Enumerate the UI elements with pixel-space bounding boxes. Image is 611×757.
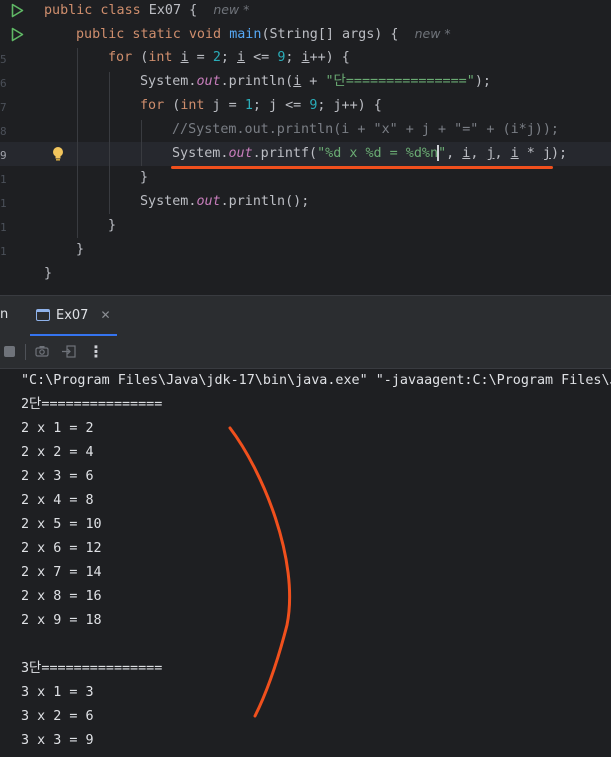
- line-number: 6: [0, 77, 6, 90]
- line-number: 1: [0, 197, 6, 210]
- line-number: 8: [0, 125, 6, 138]
- code-line-main-decl: public static void main(String[] args) {…: [76, 26, 451, 42]
- code-line-close-brace: }: [44, 266, 53, 281]
- lightbulb-icon[interactable]: [52, 146, 64, 162]
- line-number: 1: [0, 221, 6, 234]
- code-line-inner-for: for (int j = 1; j <= 9; j++) {: [140, 98, 382, 113]
- run-tool-window-tabbar: n Ex07 ✕: [0, 295, 611, 337]
- camera-icon[interactable]: [35, 345, 49, 357]
- code-line-class-decl: public class Ex07 { new *: [44, 2, 250, 18]
- run-tab-label-cropped[interactable]: n: [0, 307, 8, 322]
- stop-icon[interactable]: [4, 346, 15, 357]
- line-number: 1: [0, 173, 6, 186]
- handdrawn-underline-annotation: [171, 166, 553, 169]
- console-line: 2 x 5 = 10: [21, 517, 102, 532]
- code-line-close-brace: }: [140, 170, 149, 185]
- console-line: 2 x 2 = 4: [21, 445, 94, 460]
- console-line: "C:\Program Files\Java\jdk-17\bin\java.e…: [21, 373, 611, 388]
- code-line-close-brace: }: [76, 242, 85, 257]
- run-class-icon[interactable]: [11, 3, 24, 18]
- run-toolbar: ⋮: [0, 336, 611, 369]
- console-line: 3 x 3 = 9: [21, 733, 94, 748]
- close-icon[interactable]: ✕: [100, 308, 110, 322]
- run-config-icon: [36, 309, 50, 321]
- code-line-outer-for: for (int i = 2; i <= 9; i++) {: [108, 50, 350, 65]
- console-output[interactable]: "C:\Program Files\Java\jdk-17\bin\java.e…: [0, 369, 611, 757]
- more-options-icon[interactable]: ⋮: [88, 342, 104, 361]
- tab-label: Ex07: [56, 307, 89, 323]
- code-line-println-header: System.out.println(i + "단===============…: [140, 74, 491, 89]
- console-line: 2 x 6 = 12: [21, 541, 102, 556]
- console-line: 2 x 7 = 14: [21, 565, 102, 580]
- code-line-comment: //System.out.println(i + "x" + j + "=" +…: [172, 122, 559, 137]
- console-line: 2 x 9 = 18: [21, 613, 102, 628]
- code-editor[interactable]: 5 6 7 8 9 1 1 1 1 public class Ex07 { ne…: [0, 0, 611, 295]
- restore-layout-icon[interactable]: [62, 345, 76, 358]
- line-number: 7: [0, 101, 6, 114]
- line-number: 9: [0, 149, 6, 162]
- console-line: 3 x 1 = 3: [21, 685, 94, 700]
- indent-guide: [141, 120, 142, 166]
- usage-hint: new *: [213, 2, 250, 17]
- toolbar-separator: [25, 344, 26, 360]
- code-line-println-empty: System.out.println();: [140, 194, 310, 209]
- console-line: 2 x 3 = 6: [21, 469, 94, 484]
- console-line: 3 x 2 = 6: [21, 709, 94, 724]
- code-line-close-brace: }: [108, 218, 117, 233]
- console-line: 2 x 8 = 16: [21, 589, 102, 604]
- line-number: 1: [0, 245, 6, 258]
- console-line: 2 x 4 = 8: [21, 493, 94, 508]
- run-main-icon[interactable]: [11, 27, 24, 42]
- tab-ex07[interactable]: Ex07 ✕: [30, 296, 117, 336]
- indent-guide: [77, 48, 78, 238]
- usage-hint: new *: [414, 26, 451, 41]
- console-line: 2 x 1 = 2: [21, 421, 94, 436]
- line-number: 5: [0, 53, 6, 66]
- console-line: 3단===============: [21, 661, 163, 676]
- console-line: 2단===============: [21, 397, 163, 412]
- code-line-printf[interactable]: System.out.printf("%d x %d = %d%n", i, j…: [172, 142, 567, 166]
- indent-guide: [109, 72, 110, 214]
